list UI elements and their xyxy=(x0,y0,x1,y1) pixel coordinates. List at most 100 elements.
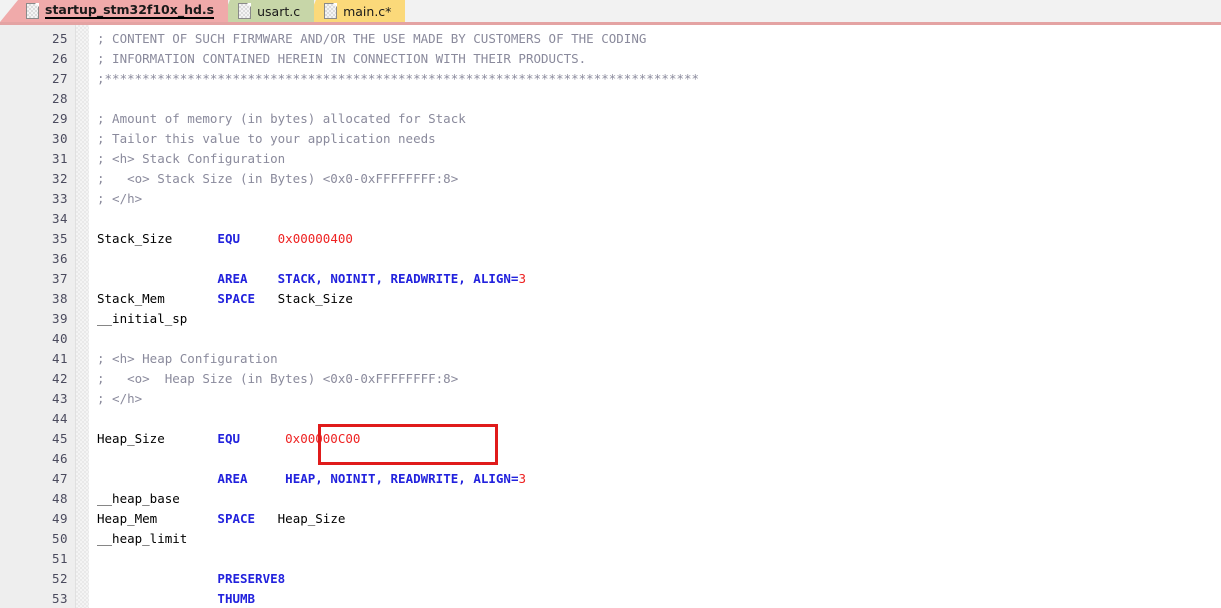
code-token: ; Tailor this value to your application … xyxy=(97,131,436,146)
code-line[interactable]: ; <o> Stack Size (in Bytes) <0x0-0xFFFFF… xyxy=(97,169,1221,189)
code-token: ; <o> Stack Size (in Bytes) <0x0-0xFFFFF… xyxy=(97,171,459,186)
code-line[interactable] xyxy=(97,549,1221,569)
line-number: 42 xyxy=(51,371,68,386)
file-icon xyxy=(238,3,252,19)
code-token: Heap_Mem xyxy=(97,511,218,526)
code-token: ; <h> Heap Configuration xyxy=(97,351,278,366)
line-number: 41 xyxy=(51,351,68,366)
tab-label: main.c* xyxy=(343,3,392,19)
line-number: 29 xyxy=(51,111,68,126)
code-token: ; Amount of memory (in bytes) allocated … xyxy=(97,111,466,126)
editor-margin-strip[interactable] xyxy=(75,25,89,608)
line-number: 50 xyxy=(51,531,68,546)
code-line[interactable]: ; </h> xyxy=(97,189,1221,209)
code-token: Heap_Size xyxy=(97,431,218,446)
code-token: AREA xyxy=(217,271,248,286)
line-number: 40 xyxy=(51,331,68,346)
code-token: __heap_base xyxy=(97,491,180,506)
code-line[interactable]: THUMB xyxy=(97,589,1221,608)
line-number: 25 xyxy=(51,31,68,46)
code-line[interactable]: __initial_sp xyxy=(97,309,1221,329)
line-number: 32 xyxy=(51,171,68,186)
line-number: 37 xyxy=(51,271,68,286)
tab-bar-leadin xyxy=(0,0,18,22)
code-line[interactable]: Stack_Size EQU 0x00000400 xyxy=(97,229,1221,249)
line-number: 47 xyxy=(51,471,68,486)
code-token: ; INFORMATION CONTAINED HEREIN IN CONNEC… xyxy=(97,51,587,66)
line-number: 35 xyxy=(51,231,68,246)
code-text-area[interactable]: ; CONTENT OF SUCH FIRMWARE AND/OR THE US… xyxy=(89,25,1221,608)
code-token: EQU xyxy=(217,431,240,446)
code-line[interactable] xyxy=(97,249,1221,269)
tab-usart-c[interactable]: usart.c xyxy=(221,0,315,22)
code-token: Stack_Size xyxy=(277,291,353,306)
tab-label: startup_stm32f10x_hd.s xyxy=(45,2,215,19)
file-icon xyxy=(324,3,338,19)
code-editor[interactable]: 25 26 27 28 29 30 31 32 33 34 35 36 37 38 39 40 41 42 43 44… xyxy=(0,25,1221,608)
code-line[interactable] xyxy=(97,409,1221,429)
code-token: ; <h> Stack Configuration xyxy=(97,151,286,166)
code-token: THUMB xyxy=(217,591,256,606)
code-line[interactable] xyxy=(97,89,1221,109)
code-token: __heap_limit xyxy=(97,531,188,546)
line-number-gutter: 25 26 27 28 29 30 31 32 33 34 35 36 37 38 39 40 41 42 43 44… xyxy=(0,25,75,608)
code-line[interactable]: __heap_base xyxy=(97,489,1221,509)
file-icon xyxy=(26,3,39,19)
code-token: ; </h> xyxy=(97,191,143,206)
code-line[interactable]: ; <o> Heap Size (in Bytes) <0x0-0xFFFFFF… xyxy=(97,369,1221,389)
code-token: ; </h> xyxy=(97,391,143,406)
code-token: ;***************************************… xyxy=(97,71,700,86)
code-token: Heap_Size xyxy=(277,511,346,526)
code-line[interactable]: ; CONTENT OF SUCH FIRMWARE AND/OR THE US… xyxy=(97,29,1221,49)
code-line[interactable]: ; <h> Stack Configuration xyxy=(97,149,1221,169)
line-number: 43 xyxy=(51,391,68,406)
tab-bar-filler xyxy=(405,0,1221,22)
code-line[interactable]: ; INFORMATION CONTAINED HEREIN IN CONNEC… xyxy=(97,49,1221,69)
line-number: 28 xyxy=(51,91,68,106)
code-token: EQU xyxy=(217,231,240,246)
line-number: 44 xyxy=(51,411,68,426)
code-token: ; CONTENT OF SUCH FIRMWARE AND/OR THE US… xyxy=(97,31,647,46)
code-token: SPACE xyxy=(217,511,256,526)
code-line[interactable]: ;***************************************… xyxy=(97,69,1221,89)
code-token: HEAP, NOINIT, READWRITE, ALIGN= xyxy=(285,471,519,486)
code-token: 0x00000400 xyxy=(277,231,353,246)
tab-startup-stm32f10x-hd-s[interactable]: startup_stm32f10x_hd.s xyxy=(18,0,229,22)
editor-tab-bar: startup_stm32f10x_hd.s usart.c main.c* xyxy=(0,0,1221,25)
code-line[interactable]: AREA HEAP, NOINIT, READWRITE, ALIGN=3 xyxy=(97,469,1221,489)
code-token: SPACE xyxy=(217,291,256,306)
code-line[interactable]: ; Tailor this value to your application … xyxy=(97,129,1221,149)
code-line[interactable]: ; <h> Heap Configuration xyxy=(97,349,1221,369)
line-number: 34 xyxy=(51,211,68,226)
code-line[interactable]: AREA STACK, NOINIT, READWRITE, ALIGN=3 xyxy=(97,269,1221,289)
code-line[interactable]: Stack_Mem SPACE Stack_Size xyxy=(97,289,1221,309)
line-number: 33 xyxy=(51,191,68,206)
code-line[interactable]: __heap_limit xyxy=(97,529,1221,549)
code-line[interactable] xyxy=(97,209,1221,229)
line-number: 45 xyxy=(51,431,68,446)
code-token: Stack_Size xyxy=(97,231,218,246)
line-number: 38 xyxy=(51,291,68,306)
line-number: 31 xyxy=(51,151,68,166)
code-line[interactable] xyxy=(97,329,1221,349)
line-number: 27 xyxy=(51,71,68,86)
line-number: 52 xyxy=(51,571,68,586)
code-line[interactable]: ; </h> xyxy=(97,389,1221,409)
code-line[interactable]: ; Amount of memory (in bytes) allocated … xyxy=(97,109,1221,129)
code-line[interactable]: Heap_Size EQU 0x00000C00 xyxy=(97,429,1221,449)
line-number: 36 xyxy=(51,251,68,266)
code-line[interactable] xyxy=(97,449,1221,469)
tab-main-c[interactable]: main.c* xyxy=(307,0,406,22)
line-number: 49 xyxy=(51,511,68,526)
line-number: 26 xyxy=(51,51,68,66)
code-line[interactable]: PRESERVE8 xyxy=(97,569,1221,589)
code-line[interactable]: Heap_Mem SPACE Heap_Size xyxy=(97,509,1221,529)
code-token: ; <o> Heap Size (in Bytes) <0x0-0xFFFFFF… xyxy=(97,371,459,386)
